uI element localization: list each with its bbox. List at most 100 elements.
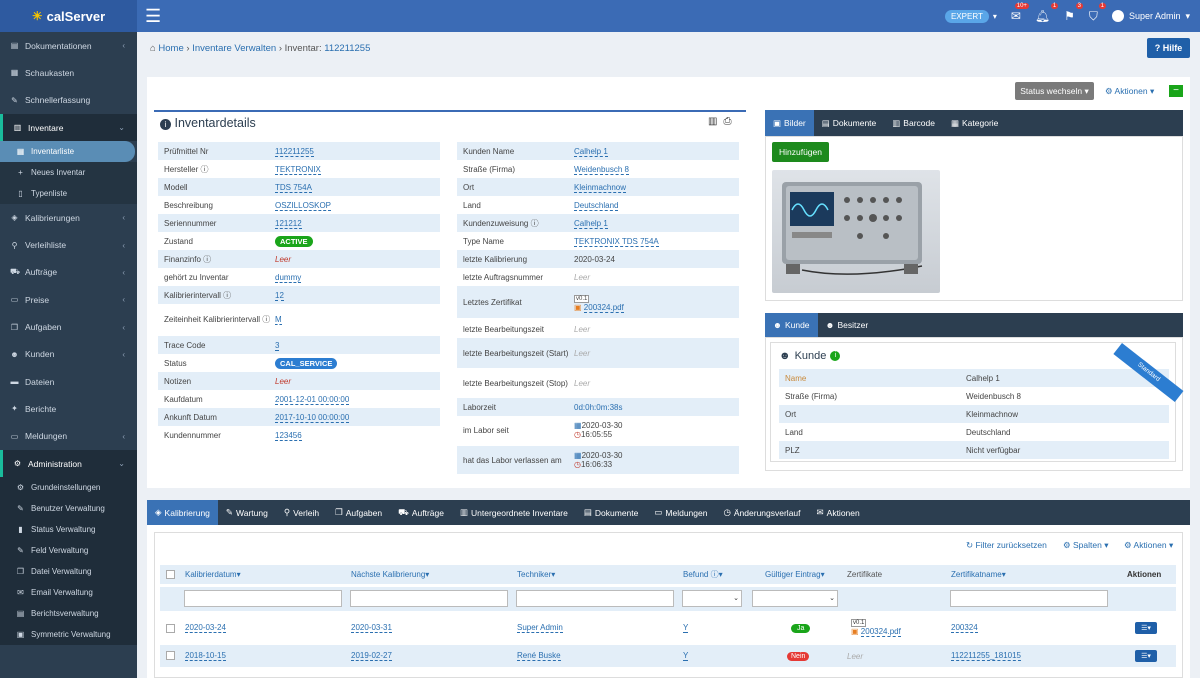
sidebar-item-meldungen[interactable]: ▭ Meldungen ‹ xyxy=(0,423,137,450)
tab-kalibrierung[interactable]: ◈ Kalibrierung xyxy=(147,500,218,525)
col-gueltiger-eintrag[interactable]: Gültiger Eintrag ▾ xyxy=(760,566,848,583)
help-icon[interactable]: ⓘ xyxy=(200,165,208,174)
help-icon[interactable]: ⓘ xyxy=(223,291,231,300)
tab-aktionen[interactable]: ✉ Aktionen xyxy=(809,500,868,525)
cell-next-link[interactable]: 2019-02-27 xyxy=(351,651,392,661)
tab-meldungen[interactable]: ▭ Meldungen xyxy=(646,500,715,525)
zeiteinheit-link[interactable]: M xyxy=(275,314,282,325)
sidebar-item-datei-verwaltung[interactable]: ❐ Datei Verwaltung xyxy=(0,561,137,583)
sidebar-item-auftraege[interactable]: ⛟ Aufträge ‹ xyxy=(0,259,137,286)
print-icon[interactable]: ⎙ xyxy=(723,116,737,127)
trace-code-link[interactable]: 3 xyxy=(275,340,280,351)
ankunft-link[interactable]: 2017-10-10 00:00:00 xyxy=(275,412,350,423)
help-icon[interactable]: ⓘ xyxy=(531,219,539,228)
sidebar-item-kalibrierungen[interactable]: ◈ Kalibrierungen ‹ xyxy=(0,204,137,231)
col-naechste-kalibrierung[interactable]: Nächste Kalibrierung ▾ xyxy=(346,566,511,583)
sidebar-item-feld-verwaltung[interactable]: ✎ Feld Verwaltung xyxy=(0,540,137,562)
row-actions-button[interactable]: ☰▾ xyxy=(1135,650,1157,662)
help-button[interactable]: ? Hilfe xyxy=(1147,38,1190,58)
tab-dokumente-bottom[interactable]: ▤ Dokumente xyxy=(576,500,647,525)
cell-next-link[interactable]: 2020-03-31 xyxy=(351,623,392,633)
row-checkbox[interactable] xyxy=(166,651,175,660)
info-icon[interactable]: i xyxy=(830,351,841,361)
col-befund[interactable]: Befund ⓘ▾ xyxy=(678,566,746,583)
row-actions-button[interactable]: ☰▾ xyxy=(1135,622,1157,634)
sidebar-item-symmetric-verwaltung[interactable]: ▣ Symmetric Verwaltung xyxy=(0,624,137,646)
strasse-link[interactable]: Weidenbusch 8 xyxy=(574,164,629,175)
tab-besitzer[interactable]: ☻ Besitzer xyxy=(818,313,877,337)
sidebar-item-dokumentationen[interactable]: ▤ Dokumentationen ‹ xyxy=(0,32,137,59)
row-checkbox[interactable] xyxy=(166,624,175,633)
select-all-checkbox[interactable] xyxy=(166,570,175,579)
cell-date-link[interactable]: 2020-03-24 xyxy=(185,623,226,633)
kundenzuweisung-link[interactable]: Calhelp 1 xyxy=(574,218,608,229)
certificate-link[interactable]: 200324.pdf xyxy=(583,302,624,313)
modell-link[interactable]: TDS 754A xyxy=(275,182,312,193)
chevron-down-icon[interactable]: ▾ xyxy=(993,12,997,21)
notizen-value[interactable]: Leer xyxy=(275,377,440,386)
add-button[interactable]: − xyxy=(1169,85,1183,97)
sidebar-item-status-verwaltung[interactable]: ▮ Status Verwaltung xyxy=(0,519,137,541)
filter-zertifikatname-input[interactable] xyxy=(950,590,1108,607)
sidebar-item-verleihliste[interactable]: ⚲ Verleihliste ‹ xyxy=(0,231,137,258)
oscilloscope-image[interactable] xyxy=(772,170,940,293)
tab-kunde[interactable]: ☻ Kunde xyxy=(765,313,818,337)
gehoert-zu-link[interactable]: dummy xyxy=(275,272,302,283)
columns-dropdown[interactable]: ⚙ Spalten ▾ xyxy=(1063,540,1108,551)
filter-naechste-input[interactable] xyxy=(350,590,508,607)
tab-kategorie[interactable]: ▦ Kategorie xyxy=(943,110,1006,136)
kaufdatum-link[interactable]: 2001-12-01 00:00:00 xyxy=(275,394,350,405)
cal-service-badge[interactable]: CAL_SERVICE xyxy=(275,357,338,369)
breadcrumb-inventare-link[interactable]: Inventare Verwalten xyxy=(192,43,276,54)
sidebar-item-kunden[interactable]: ☻ Kunden ‹ xyxy=(0,341,137,368)
sidebar-item-benutzer-verwaltung[interactable]: ✎ Benutzer Verwaltung xyxy=(0,498,137,520)
cert-file-link[interactable]: 200324.pdf xyxy=(860,626,901,637)
mail-icon[interactable]: ✉ 10+ xyxy=(1011,3,1029,23)
kundennummer-link[interactable]: 123456 xyxy=(275,430,302,441)
kalibrierintervall-link[interactable]: 12 xyxy=(275,290,284,301)
sidebar-item-inventarliste[interactable]: ▦ Inventarliste xyxy=(0,141,135,163)
sidebar-item-email-verwaltung[interactable]: ✉ Email Verwaltung xyxy=(0,582,137,604)
sidebar-item-berichtsverwaltung[interactable]: ▤ Berichtsverwaltung xyxy=(0,603,137,625)
sidebar-item-administration[interactable]: ⚙ Administration ⌄ xyxy=(0,449,137,478)
tab-auftraege[interactable]: ⛟ Aufträge xyxy=(390,500,452,525)
sidebar-item-inventare[interactable]: ▥ Inventare ⌄ xyxy=(0,113,137,142)
tab-barcode[interactable]: ▥ Barcode xyxy=(884,110,943,136)
col-techniker[interactable]: Techniker ▾ xyxy=(512,566,677,583)
beschreibung-link[interactable]: OSZILLOSKOP xyxy=(275,200,332,211)
cell-tech-link[interactable]: René Buske xyxy=(517,651,561,661)
sidebar-item-aufgaben[interactable]: ❐ Aufgaben ‹ xyxy=(0,313,137,340)
sidebar-item-preise[interactable]: ▭ Preise ‹ xyxy=(0,286,137,313)
table-actions-dropdown[interactable]: ⚙ Aktionen ▾ xyxy=(1124,540,1173,551)
sidebar-item-berichte[interactable]: ✦ Berichte xyxy=(0,395,137,422)
cell-tech-link[interactable]: Super Admin xyxy=(517,623,563,633)
app-logo[interactable]: ☀ calServer xyxy=(0,0,137,32)
certname-link[interactable]: 200324 xyxy=(951,623,978,633)
bell-icon[interactable]: 🔔︎ 1 xyxy=(1035,3,1059,23)
land-link[interactable]: Deutschland xyxy=(574,200,619,211)
sidebar-item-schnellerfassung[interactable]: ✎ Schnellerfassung xyxy=(0,87,137,114)
seriennummer-link[interactable]: 121212 xyxy=(275,218,302,229)
finanzinfo-value[interactable]: Leer xyxy=(275,255,440,264)
tab-aenderungsverlauf[interactable]: ◷ Änderungsverlauf xyxy=(715,500,808,525)
sidebar-item-neues-inventar[interactable]: + Neues Inventar xyxy=(0,162,137,184)
tab-bilder[interactable]: ▣ Bilder xyxy=(765,110,814,136)
filter-gueltig-select[interactable]: ⌄ xyxy=(752,590,838,607)
col-kalibrierdatum[interactable]: Kalibrierdatum ▾ xyxy=(180,566,345,583)
certname-link[interactable]: 112211255_181015 xyxy=(951,651,1021,661)
barcode-icon[interactable]: ▥ xyxy=(708,116,723,127)
menu-toggle-button[interactable]: ☰ xyxy=(145,6,161,27)
filter-techniker-input[interactable] xyxy=(516,590,674,607)
tab-wartung[interactable]: ✎ Wartung xyxy=(218,500,276,525)
help-icon[interactable]: ⓘ xyxy=(203,255,211,264)
expert-mode-badge[interactable]: EXPERT xyxy=(944,9,989,23)
tab-untergeordnete-inventare[interactable]: ▥ Untergeordnete Inventare xyxy=(452,500,576,525)
add-image-button[interactable]: Hinzufügen xyxy=(772,142,829,162)
actions-dropdown[interactable]: ⚙ Aktionen ▾ xyxy=(1105,86,1154,97)
cell-date-link[interactable]: 2018-10-15 xyxy=(185,651,226,661)
status-change-button[interactable]: Status wechseln ▾ xyxy=(1015,82,1094,100)
type-name-link[interactable]: TEKTRONIX TDS 754A xyxy=(574,236,659,247)
status-badge[interactable]: ACTIVE xyxy=(275,235,313,247)
flag-icon[interactable]: ⚑ 3 xyxy=(1064,3,1083,23)
sidebar-item-schaukasten[interactable]: ▦ Schaukasten xyxy=(0,59,137,86)
